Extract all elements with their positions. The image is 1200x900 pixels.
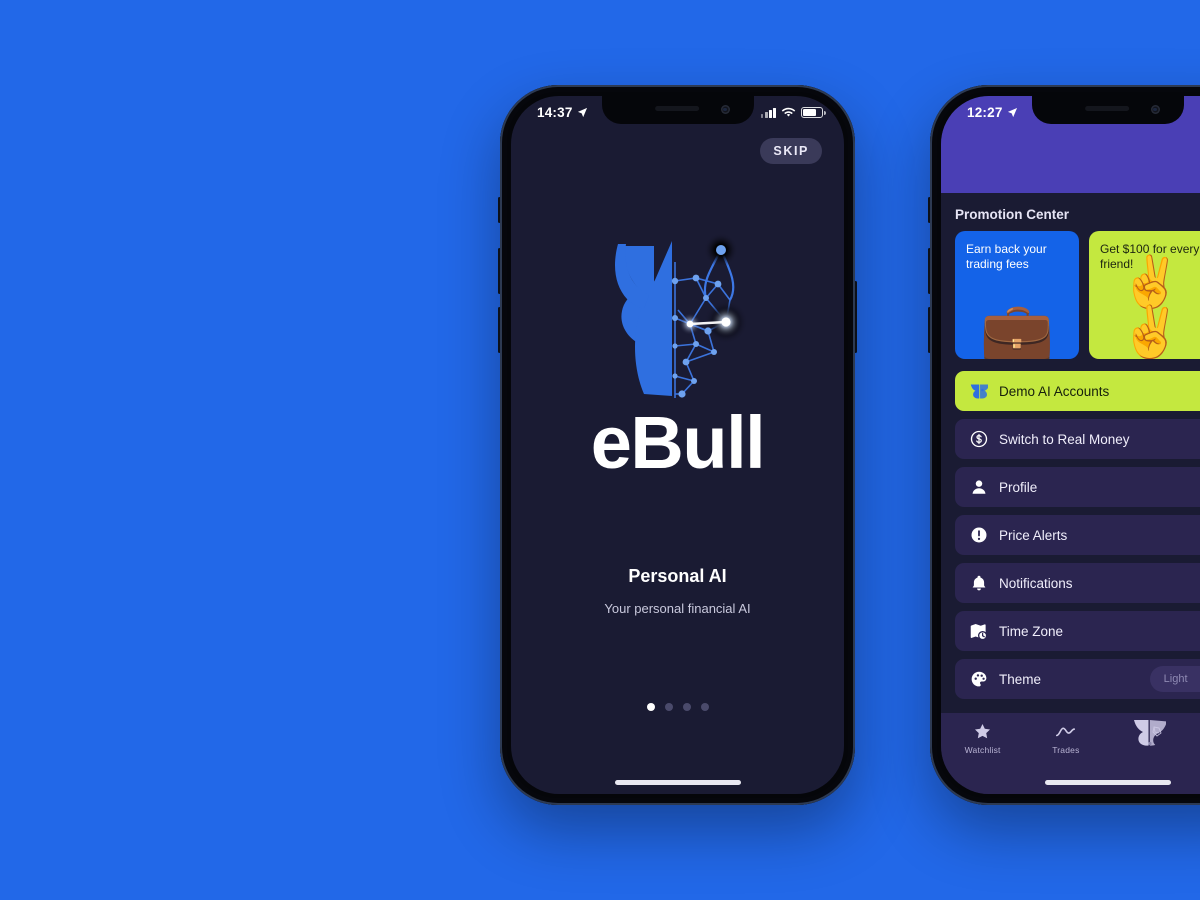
feature-title: Personal AI (628, 566, 727, 586)
menu-item-label: Switch to Real Money (999, 431, 1130, 447)
brand-title: eBull (590, 401, 766, 484)
theme-toggle[interactable]: Light Dark (1149, 666, 1200, 692)
tab-watchlist[interactable]: Watchlist (941, 722, 1024, 755)
menu-item-label: Notifications (999, 575, 1073, 591)
location-arrow-icon (577, 107, 587, 118)
bell-icon (969, 574, 988, 593)
ebull-logo (511, 226, 844, 416)
tab-trades[interactable]: Trades (1024, 722, 1107, 755)
menu-item-time-zone[interactable]: Time Zone (955, 611, 1200, 651)
menu-item-profile[interactable]: Profile (955, 467, 1200, 507)
cellular-bars-icon (760, 107, 776, 118)
victory-hands-emoji: ✌️✌️ (1119, 254, 1183, 359)
bull-logo-icon (1134, 720, 1167, 746)
settings-menu: Demo AI Accounts Switch to Real Money Pr… (941, 359, 1200, 699)
app-screen: 12:27 7D5E91A3 (941, 96, 1200, 794)
tab-label: Watchlist (964, 745, 1001, 755)
status-time-2: 12:27 (967, 105, 1003, 120)
menu-item-label: Theme (999, 671, 1042, 687)
person-icon (969, 478, 988, 497)
battery-icon (801, 107, 826, 118)
status-bar: 14:37 (511, 96, 844, 126)
promo-card-referral[interactable]: Get $100 for every friend! ✌️✌️ (1089, 231, 1200, 359)
promo-card-text: Earn back your trading fees (966, 242, 1047, 272)
menu-item-label: Price Alerts (999, 527, 1068, 543)
dot-4[interactable] (700, 703, 709, 711)
dot-3[interactable] (682, 703, 691, 711)
bull-head-icon (969, 382, 988, 401)
dollar-coin-icon (969, 430, 988, 449)
map-clock-icon (969, 622, 988, 641)
dot-1[interactable] (646, 703, 655, 711)
home-indicator[interactable] (614, 780, 741, 785)
splash-screen: 14:37 SKIP eBull Personal AI Your person… (511, 96, 844, 794)
location-arrow-icon-2 (1007, 107, 1017, 118)
phone-app: 12:27 7D5E91A3 (928, 85, 1200, 805)
promo-card-trading-fees[interactable]: Earn back your trading fees 💼 (955, 231, 1079, 359)
tab-home-bull[interactable] (1108, 720, 1191, 751)
status-time: 14:37 (537, 105, 573, 120)
money-briefcase-emoji: 💼 (979, 299, 1055, 360)
menu-item-demo-ai-accounts[interactable]: Demo AI Accounts (955, 371, 1200, 411)
menu-item-notifications[interactable]: Notifications (955, 563, 1200, 603)
palette-icon (969, 670, 988, 689)
theme-option-light[interactable]: Light (1153, 669, 1199, 689)
status-time-group: 14:37 (537, 105, 588, 120)
star-icon (975, 724, 991, 739)
phone-splash: 14:37 SKIP eBull Personal AI Your person… (498, 85, 857, 805)
promotion-cards: Earn back your trading fees 💼 Get $100 f… (941, 231, 1200, 359)
tab-label: Trades (1052, 745, 1080, 755)
menu-item-price-alerts[interactable]: Price Alerts (955, 515, 1200, 555)
skip-button[interactable]: SKIP (760, 138, 822, 164)
app-body: Promotion Center Earn back your trading … (941, 193, 1200, 722)
promotion-section-title: Promotion Center (955, 207, 1070, 222)
menu-item-switch-to-real-money[interactable]: Switch to Real Money (955, 419, 1200, 459)
home-indicator-2[interactable] (1044, 780, 1171, 785)
canvas: 14:37 SKIP eBull Personal AI Your person… (0, 0, 1200, 900)
feature-subtitle: Your personal financial AI (604, 601, 751, 616)
menu-item-label: Profile (999, 479, 1038, 495)
menu-item-label: Demo AI Accounts (999, 383, 1110, 399)
pagination-dots[interactable] (511, 703, 844, 711)
dot-2[interactable] (664, 703, 673, 711)
menu-item-theme[interactable]: Theme Light Dark (955, 659, 1200, 699)
bull-network-logo-icon (614, 233, 748, 398)
menu-item-label: Time Zone (999, 623, 1064, 639)
status-time-group-2: 12:27 (967, 105, 1018, 120)
alert-circle-icon (969, 526, 988, 545)
line-chart-icon (1056, 727, 1076, 737)
status-indicators (760, 107, 826, 118)
status-bar-2: 12:27 (941, 96, 1200, 126)
tab-accounts[interactable]: Accounts (1191, 722, 1200, 755)
wifi-icon (781, 107, 796, 117)
